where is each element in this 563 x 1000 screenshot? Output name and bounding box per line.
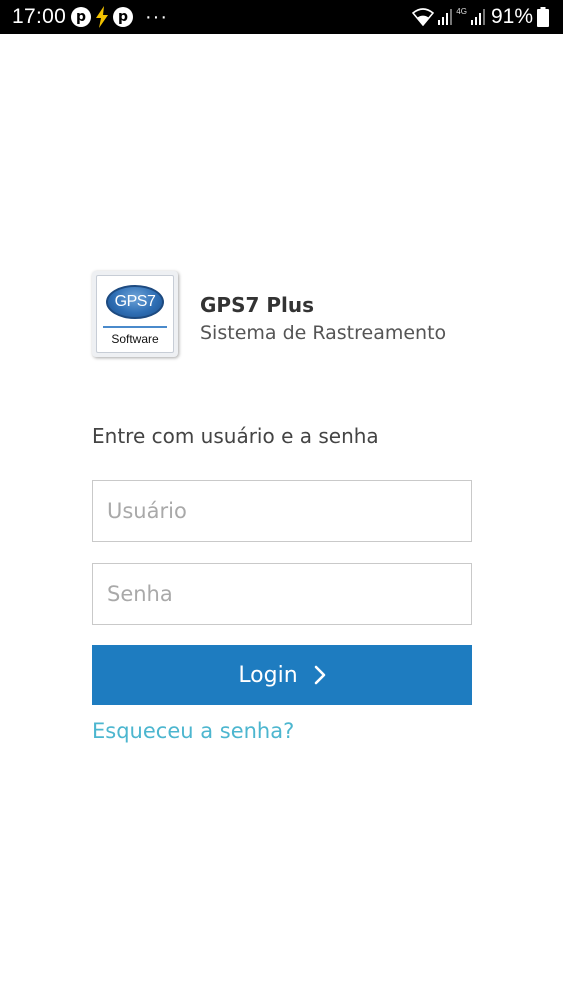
flash-icon: [96, 6, 108, 28]
login-button-label: Login: [238, 662, 298, 688]
app-subtitle: Sistema de Rastreamento: [200, 322, 447, 344]
battery-percent: 91%: [490, 5, 533, 28]
chevron-right-icon: [314, 665, 325, 685]
signal-icon: [470, 9, 485, 25]
more-dots-icon: ···: [145, 6, 168, 28]
logo-caption: Software: [111, 332, 159, 346]
battery-icon: [537, 7, 549, 27]
signal-icon: [438, 9, 453, 25]
pinterest-icon: p: [113, 7, 133, 27]
wifi-icon: [412, 8, 435, 26]
status-time: 17:00: [12, 5, 67, 28]
forgot-password-link[interactable]: Esqueceu a senha?: [92, 719, 294, 743]
login-screen: 17:00 p p ··· 4G 91% GPS7 Software GPS7 …: [0, 0, 563, 1000]
app-title: GPS7 Plus: [200, 293, 315, 317]
network-type-label: 4G: [456, 7, 467, 16]
logo-badge: GPS7: [106, 285, 164, 319]
status-bar: 17:00 p p ··· 4G 91%: [0, 0, 563, 34]
login-button[interactable]: Login: [92, 645, 472, 705]
password-input[interactable]: [92, 563, 472, 625]
logo-divider: [103, 326, 167, 328]
app-logo: GPS7 Software: [92, 271, 178, 357]
notification-icons: p p ···: [71, 6, 168, 28]
login-prompt: Entre com usuário e a senha: [92, 424, 379, 448]
system-icons: 4G 91%: [412, 6, 549, 28]
username-input[interactable]: [92, 480, 472, 542]
pinterest-icon: p: [71, 7, 91, 27]
logo-panel: GPS7 Software: [96, 275, 174, 353]
